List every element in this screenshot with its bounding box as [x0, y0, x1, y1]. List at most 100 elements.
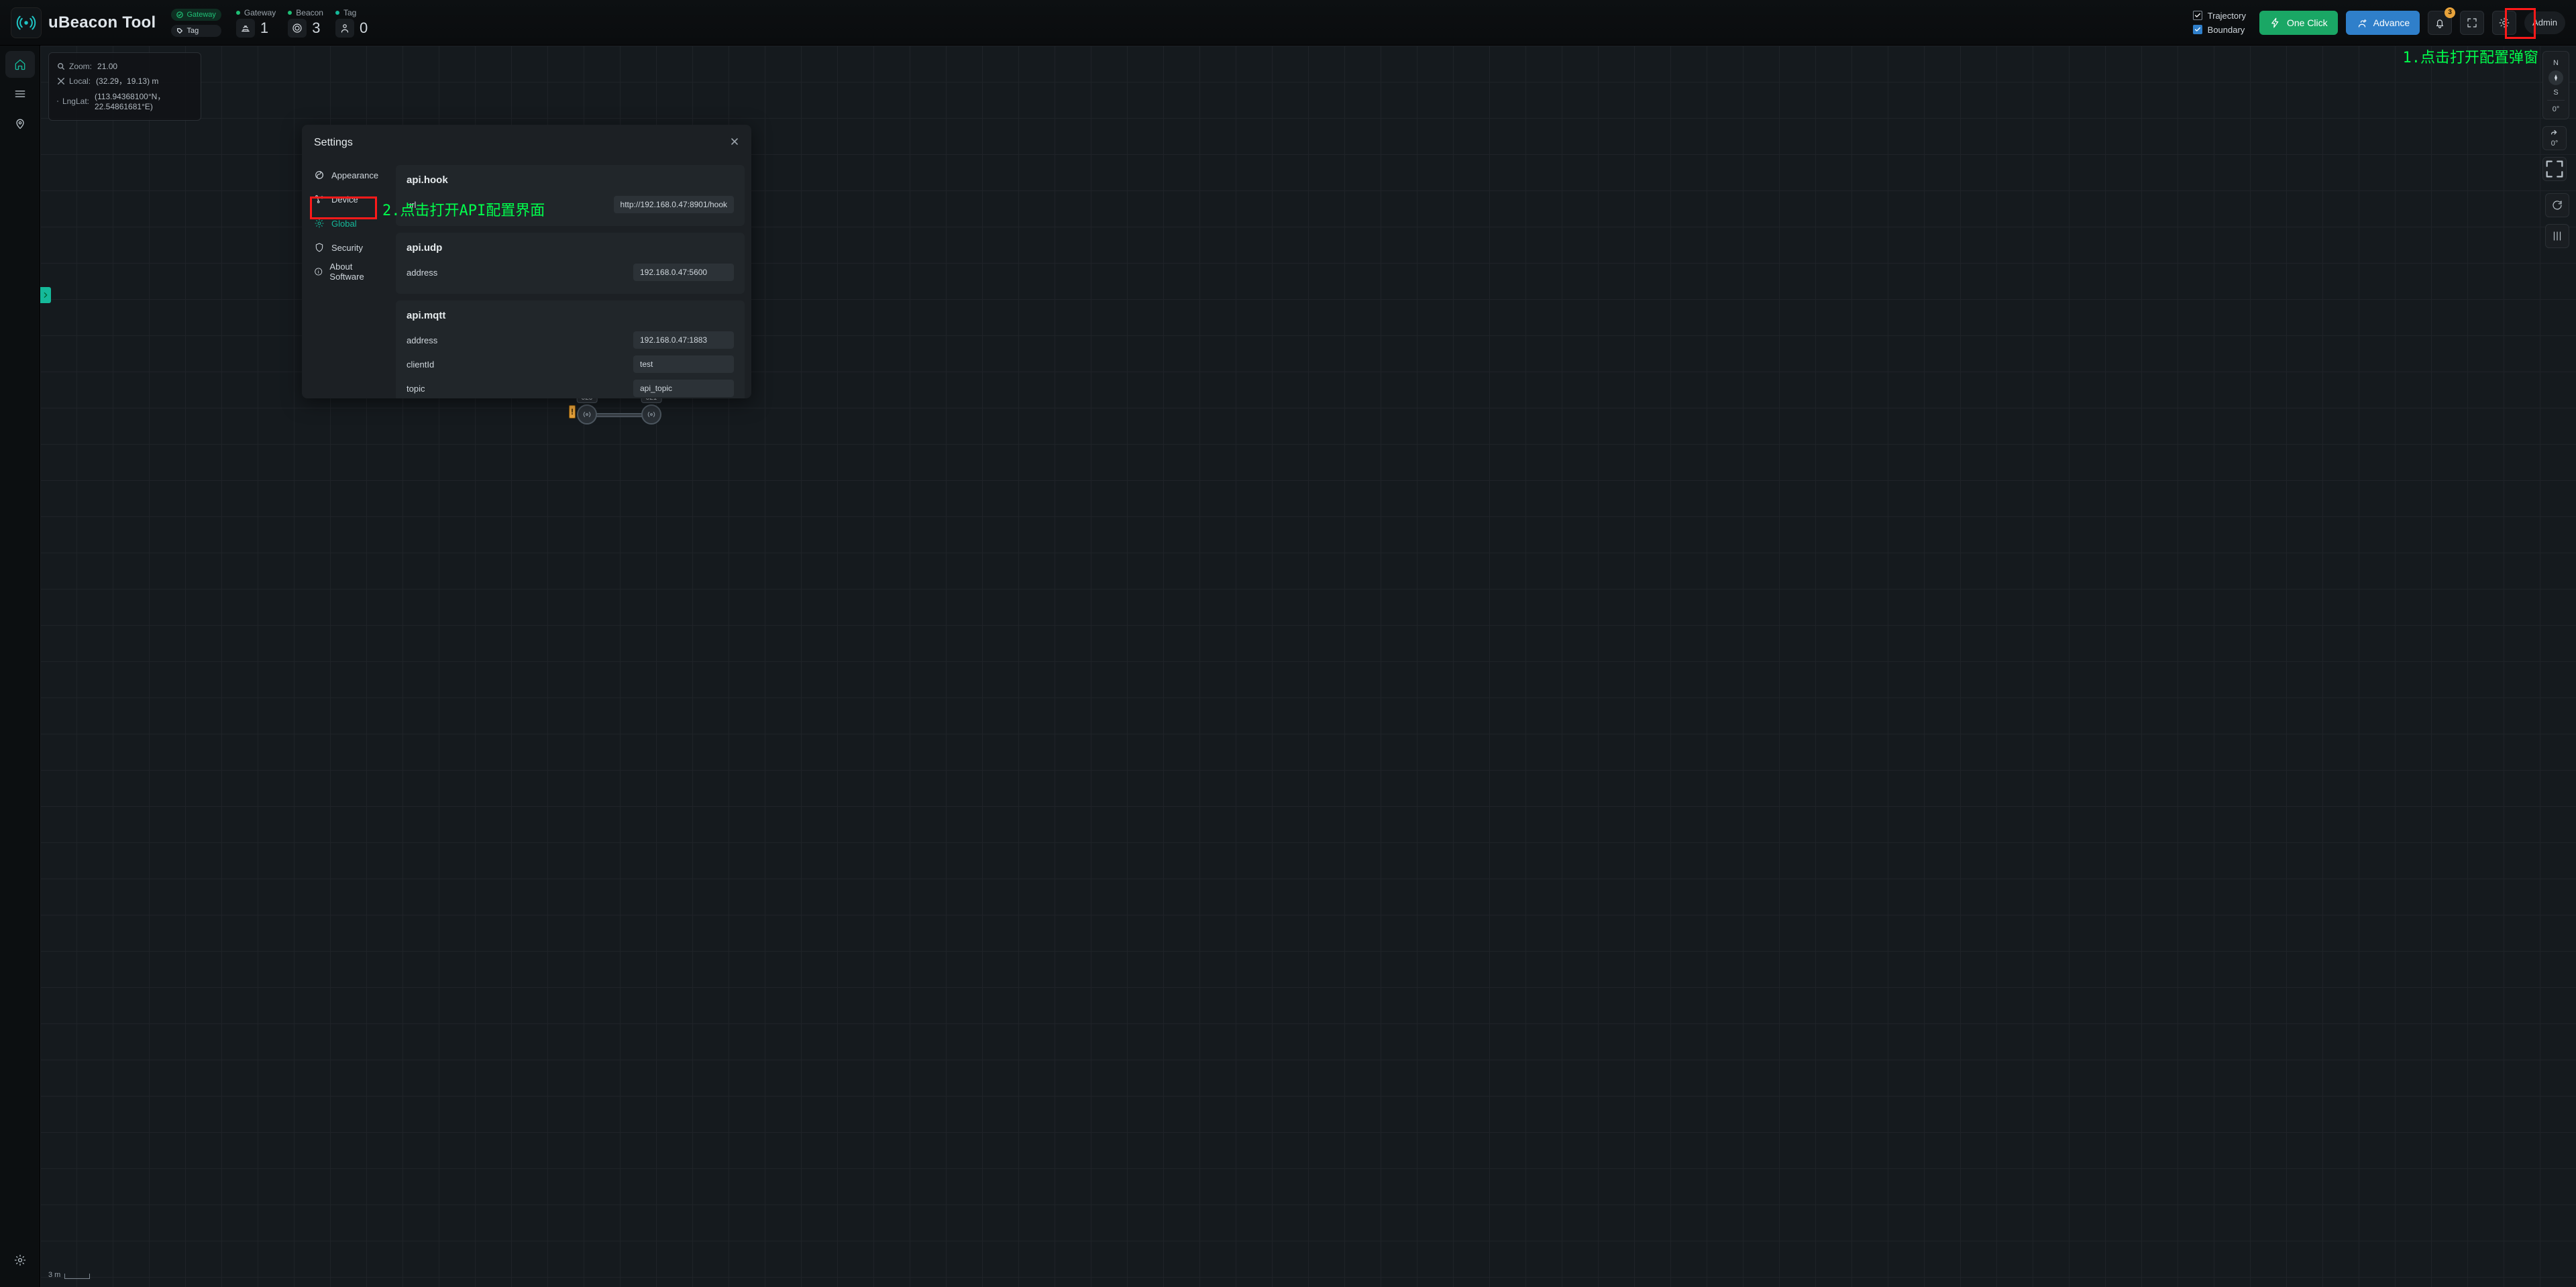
warning-marker: ! — [569, 405, 576, 418]
counter-gateway-label: Gateway — [244, 8, 276, 17]
scale-label: 3 m — [48, 1271, 60, 1279]
app-logo: uBeacon Tool — [11, 7, 156, 38]
lnglat-value: (113.94368100°N，22.54861681°E) — [95, 91, 193, 111]
modal-nav: Appearance Device Global Security About … — [302, 161, 392, 398]
api-mqtt-clientid-value[interactable]: test — [633, 355, 734, 373]
compass-deg: 0° — [2547, 100, 2565, 115]
modal-nav-device[interactable]: Device — [307, 188, 386, 211]
api-mqtt-topic-label: topic — [407, 384, 425, 394]
api-udp-address-value[interactable]: 192.168.0.47:5600 — [633, 264, 734, 281]
modal-nav-security[interactable]: Security — [307, 236, 386, 259]
local-label-text: Local: — [69, 76, 91, 86]
modal-nav-global[interactable]: Global — [307, 212, 386, 235]
nav-location[interactable] — [5, 110, 35, 137]
columns-tool[interactable] — [2545, 224, 2569, 248]
dot-icon — [335, 11, 339, 15]
counter-tag-value: 0 — [360, 19, 368, 37]
modal-nav-appearance[interactable]: Appearance — [307, 164, 386, 186]
dot-icon — [236, 11, 240, 15]
settings-modal: Settings Appearance Device Global Securi… — [302, 125, 751, 398]
map-node[interactable]: 020 — [577, 404, 597, 425]
logo-icon — [11, 7, 42, 38]
map-node[interactable]: 021 — [641, 404, 661, 425]
chip-tag-label: Tag — [187, 27, 199, 35]
api-hook-title: api.hook — [407, 174, 734, 186]
advance-button[interactable]: Advance — [2346, 11, 2420, 35]
modal-close-button[interactable] — [730, 137, 739, 150]
modal-header: Settings — [302, 125, 751, 161]
rotate-deg: 0° — [2551, 139, 2559, 148]
tag-icon — [335, 19, 354, 38]
notif-badge: 3 — [2445, 7, 2455, 18]
nav-home[interactable] — [5, 51, 35, 78]
toggle-boundary[interactable]: Boundary — [2193, 25, 2246, 35]
expand-left-panel[interactable] — [40, 287, 51, 303]
map-link — [590, 413, 648, 417]
modal-content: api.hook url http://192.168.0.47:8901/ho… — [392, 161, 751, 398]
status-chips: Gateway Tag — [171, 9, 221, 37]
api-mqtt-clientid-label: clientId — [407, 359, 434, 370]
modal-nav-about[interactable]: About Software — [307, 260, 386, 283]
modal-nav-global-label: Global — [331, 219, 357, 229]
modal-nav-device-label: Device — [331, 194, 358, 205]
api-mqtt-title: api.mqtt — [407, 310, 734, 321]
modal-nav-appearance-label: Appearance — [331, 170, 378, 180]
user-chip[interactable]: Admin — [2524, 11, 2565, 34]
one-click-label: One Click — [2287, 17, 2328, 28]
counter-beacon: Beacon 3 — [288, 8, 323, 38]
info-panel: Zoom: 21.00 Local: (32.29，19.13) m LngLa… — [48, 52, 201, 121]
zoom-label: Zoom: — [57, 62, 92, 71]
counters: Gateway 1 Beacon 3 Tag — [236, 8, 368, 38]
section-api-udp: api.udp address 192.168.0.47:5600 — [396, 233, 745, 294]
right-tools-top: N S 0° 0° — [2542, 51, 2569, 181]
checkbox-icon — [2193, 11, 2202, 20]
toggle-boundary-label: Boundary — [2208, 25, 2245, 35]
modal-nav-security-label: Security — [331, 243, 363, 253]
api-mqtt-address-value[interactable]: 192.168.0.47:1883 — [633, 331, 734, 349]
zoom-label-text: Zoom: — [69, 62, 92, 71]
checkbox-icon — [2193, 25, 2202, 34]
beacon-icon — [288, 19, 307, 38]
compass-n: N — [2547, 56, 2565, 70]
counter-tag: Tag 0 — [335, 8, 368, 38]
counter-gateway: Gateway 1 — [236, 8, 276, 38]
local-label: Local: — [57, 76, 91, 86]
api-mqtt-topic-value[interactable]: api_topic — [633, 380, 734, 397]
advance-label: Advance — [2373, 17, 2410, 28]
layer-toggles: Trajectory Boundary — [2193, 11, 2246, 35]
notifications-button[interactable]: 3 — [2428, 11, 2452, 35]
rotate-tool[interactable]: 0° — [2542, 126, 2567, 150]
chip-gateway: Gateway — [171, 9, 221, 21]
counter-gateway-value: 1 — [260, 19, 268, 37]
user-name: Admin — [2532, 17, 2557, 27]
toggle-trajectory[interactable]: Trajectory — [2193, 11, 2246, 21]
scale-bar — [64, 1274, 90, 1279]
fullscreen-tool[interactable] — [2542, 157, 2567, 181]
map-scale: 3 m — [48, 1271, 90, 1279]
annotation-2: 2.点击打开API配置界面 — [382, 199, 545, 220]
lnglat-label: LngLat: — [57, 97, 89, 106]
api-udp-title: api.udp — [407, 242, 734, 254]
compass-s: S — [2547, 85, 2565, 100]
chip-gateway-label: Gateway — [187, 11, 216, 19]
counter-beacon-value: 3 — [312, 19, 320, 37]
chip-tag: Tag — [171, 25, 221, 37]
one-click-button[interactable]: One Click — [2259, 11, 2338, 35]
counter-tag-label: Tag — [343, 8, 356, 17]
api-hook-url-value[interactable]: http://192.168.0.47:8901/hook — [614, 196, 734, 213]
compass-tool[interactable]: N S 0° — [2542, 51, 2569, 119]
fullscreen-button[interactable] — [2460, 11, 2484, 35]
refresh-tool[interactable] — [2545, 193, 2569, 217]
dot-icon — [288, 11, 292, 15]
app-title: uBeacon Tool — [48, 13, 156, 32]
api-mqtt-address-label: address — [407, 335, 437, 345]
nav-bottom-settings[interactable] — [5, 1247, 35, 1274]
annotation-1: 1.点击打开配置弹窗 — [2403, 46, 2539, 67]
settings-button[interactable] — [2492, 11, 2516, 35]
zoom-value: 21.00 — [97, 62, 117, 71]
modal-nav-about-label: About Software — [329, 262, 380, 282]
gateway-icon — [236, 19, 255, 38]
lnglat-label-text: LngLat: — [62, 97, 89, 106]
nav-layers[interactable] — [5, 80, 35, 107]
top-bar: uBeacon Tool Gateway Tag Gateway 1 Beaco… — [0, 0, 2576, 46]
